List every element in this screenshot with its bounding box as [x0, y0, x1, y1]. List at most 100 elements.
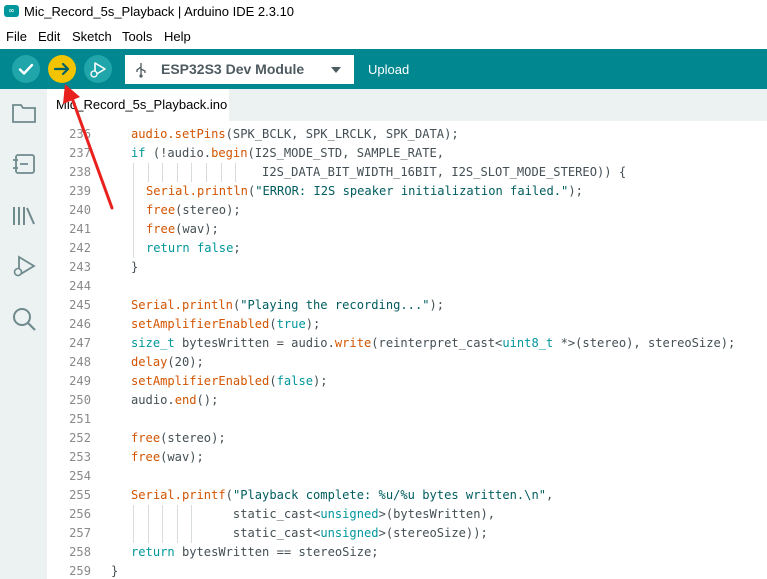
code-token: , [546, 488, 554, 502]
code-text: if (!audio.begin(I2S_MODE_STD, SAMPLE_RA… [131, 144, 444, 163]
menu-help[interactable]: Help [164, 29, 191, 44]
title-bar: ∞ Mic_Record_5s_Playback | Arduino IDE 2… [0, 0, 767, 24]
window-title: Mic_Record_5s_Playback | Arduino IDE 2.3… [24, 4, 295, 19]
code-token: return [131, 545, 175, 559]
checkmark-icon [12, 55, 40, 83]
code-token: begin [211, 146, 248, 160]
indent-guide [133, 182, 134, 201]
code-token: audio. [131, 393, 175, 407]
code-token: "ERROR: I2S speaker initialization faile… [255, 184, 569, 198]
code-token: } [111, 564, 119, 578]
line-number: 250 [69, 393, 91, 407]
editor-tab-bar: Mic_Record_5s_Playback.ino [47, 89, 767, 121]
code-token: static_cast< [131, 526, 321, 540]
code-token: free [131, 431, 161, 445]
code-token: ( [269, 374, 277, 388]
code-text: } [111, 562, 118, 579]
menu-tools[interactable]: Tools [122, 29, 152, 44]
code-token: ( [269, 317, 277, 331]
code-token: if [131, 146, 146, 160]
tab-label: Mic_Record_5s_Playback.ino [56, 97, 228, 112]
code-token: (stereo); [160, 431, 226, 445]
code-token: setAmplifierEnabled [131, 374, 270, 388]
code-line: 243} [47, 258, 767, 277]
code-text: size_t bytesWritten = audio.write(reinte… [131, 334, 735, 353]
code-line: 240 free(stereo); [47, 201, 767, 220]
code-token: >(bytesWritten), [378, 507, 496, 521]
search-icon[interactable] [10, 305, 38, 338]
code-line: 238 I2S_DATA_BIT_WIDTH_16BIT, I2S_SLOT_M… [47, 163, 767, 182]
line-number: 242 [69, 241, 91, 255]
code-token: audio.setPins [131, 127, 226, 141]
code-token: unsigned [320, 526, 379, 540]
code-token: size_t [131, 336, 175, 350]
code-token: false [276, 374, 314, 388]
code-token: bytesWritten == stereoSize; [174, 545, 379, 559]
library-icon[interactable] [10, 203, 38, 234]
menu-edit[interactable]: Edit [38, 29, 60, 44]
upload-tooltip: Upload [368, 62, 410, 77]
line-number: 258 [69, 545, 91, 559]
code-token: (stereo); [175, 203, 241, 217]
tab-mic-record-playback[interactable]: Mic_Record_5s_Playback.ino [47, 89, 229, 121]
code-line: 251 [47, 410, 767, 429]
board-manager-icon[interactable] [10, 151, 38, 182]
verify-button[interactable] [12, 55, 40, 83]
code-token: true [276, 317, 306, 331]
code-token: ; [233, 241, 241, 255]
line-number: 253 [69, 450, 91, 464]
code-token: return [146, 241, 190, 255]
line-number: 249 [69, 374, 91, 388]
line-number: 239 [69, 184, 91, 198]
code-text: audio.end(); [131, 391, 218, 410]
line-number: 259 [69, 564, 91, 578]
code-token: (); [196, 393, 219, 407]
code-line: 241 free(wav); [47, 220, 767, 239]
code-text: return bytesWritten == stereoSize; [131, 543, 379, 562]
code-line: 242 return false; [47, 239, 767, 258]
code-token: Serial.printf [131, 488, 226, 502]
code-line: 248 delay(20); [47, 353, 767, 372]
folder-icon[interactable] [10, 101, 38, 130]
menu-file[interactable]: File [6, 29, 27, 44]
code-token: (wav); [175, 222, 219, 236]
code-line: 253 free(wav); [47, 448, 767, 467]
line-number: 245 [69, 298, 91, 312]
code-token: I2S_DATA_BIT_WIDTH_16BIT, I2S_SLOT_MODE_… [131, 165, 627, 179]
code-line: 239 Serial.println("ERROR: I2S speaker in… [47, 182, 767, 201]
code-line: 257 static_cast<unsigned>(stereoSize)); [47, 524, 767, 543]
menu-bar: File Edit Sketch Tools Help [0, 26, 767, 48]
debug-button[interactable] [84, 55, 112, 83]
code-token: ); [305, 317, 321, 331]
code-token: >(stereoSize)); [378, 526, 488, 540]
code-editor[interactable]: 236 audio.setPins(SPK_BCLK, SPK_LRCLK, SP… [47, 121, 767, 579]
debug-sidebar-icon[interactable] [10, 253, 38, 284]
code-line: 250 audio.end(); [47, 391, 767, 410]
line-number: 248 [69, 355, 91, 369]
code-line: 259} [47, 562, 767, 579]
line-number: 241 [69, 222, 91, 236]
code-token: ); [429, 298, 445, 312]
code-line: 247 size_t bytesWritten = audio.write(rei… [47, 334, 767, 353]
board-selector[interactable]: ESP32S3 Dev Module [125, 55, 354, 84]
code-text: Serial.printf("Playback complete: %u/%u … [131, 486, 553, 505]
menu-sketch[interactable]: Sketch [72, 29, 112, 44]
chevron-down-icon [331, 67, 341, 73]
line-number: 256 [69, 507, 91, 521]
board-name: ESP32S3 Dev Module [161, 61, 305, 77]
line-number: 254 [69, 469, 91, 483]
code-text: setAmplifierEnabled(false); [131, 372, 328, 391]
arduino-logo-icon: ∞ [4, 5, 19, 17]
code-line: 236 audio.setPins(SPK_BCLK, SPK_LRCLK, SP… [47, 125, 767, 144]
code-token: free [146, 203, 176, 217]
line-number: 238 [69, 165, 91, 179]
indent-guide [133, 220, 134, 239]
code-line: 249 setAmplifierEnabled(false); [47, 372, 767, 391]
code-token: bytesWritten = audio. [174, 336, 335, 350]
code-token: (reinterpret_cast< [371, 336, 503, 350]
code-token: ); [568, 184, 583, 198]
line-number: 243 [69, 260, 91, 274]
code-token: "Playing the recording..." [240, 298, 430, 312]
upload-button[interactable] [48, 55, 76, 83]
line-number: 246 [69, 317, 91, 331]
